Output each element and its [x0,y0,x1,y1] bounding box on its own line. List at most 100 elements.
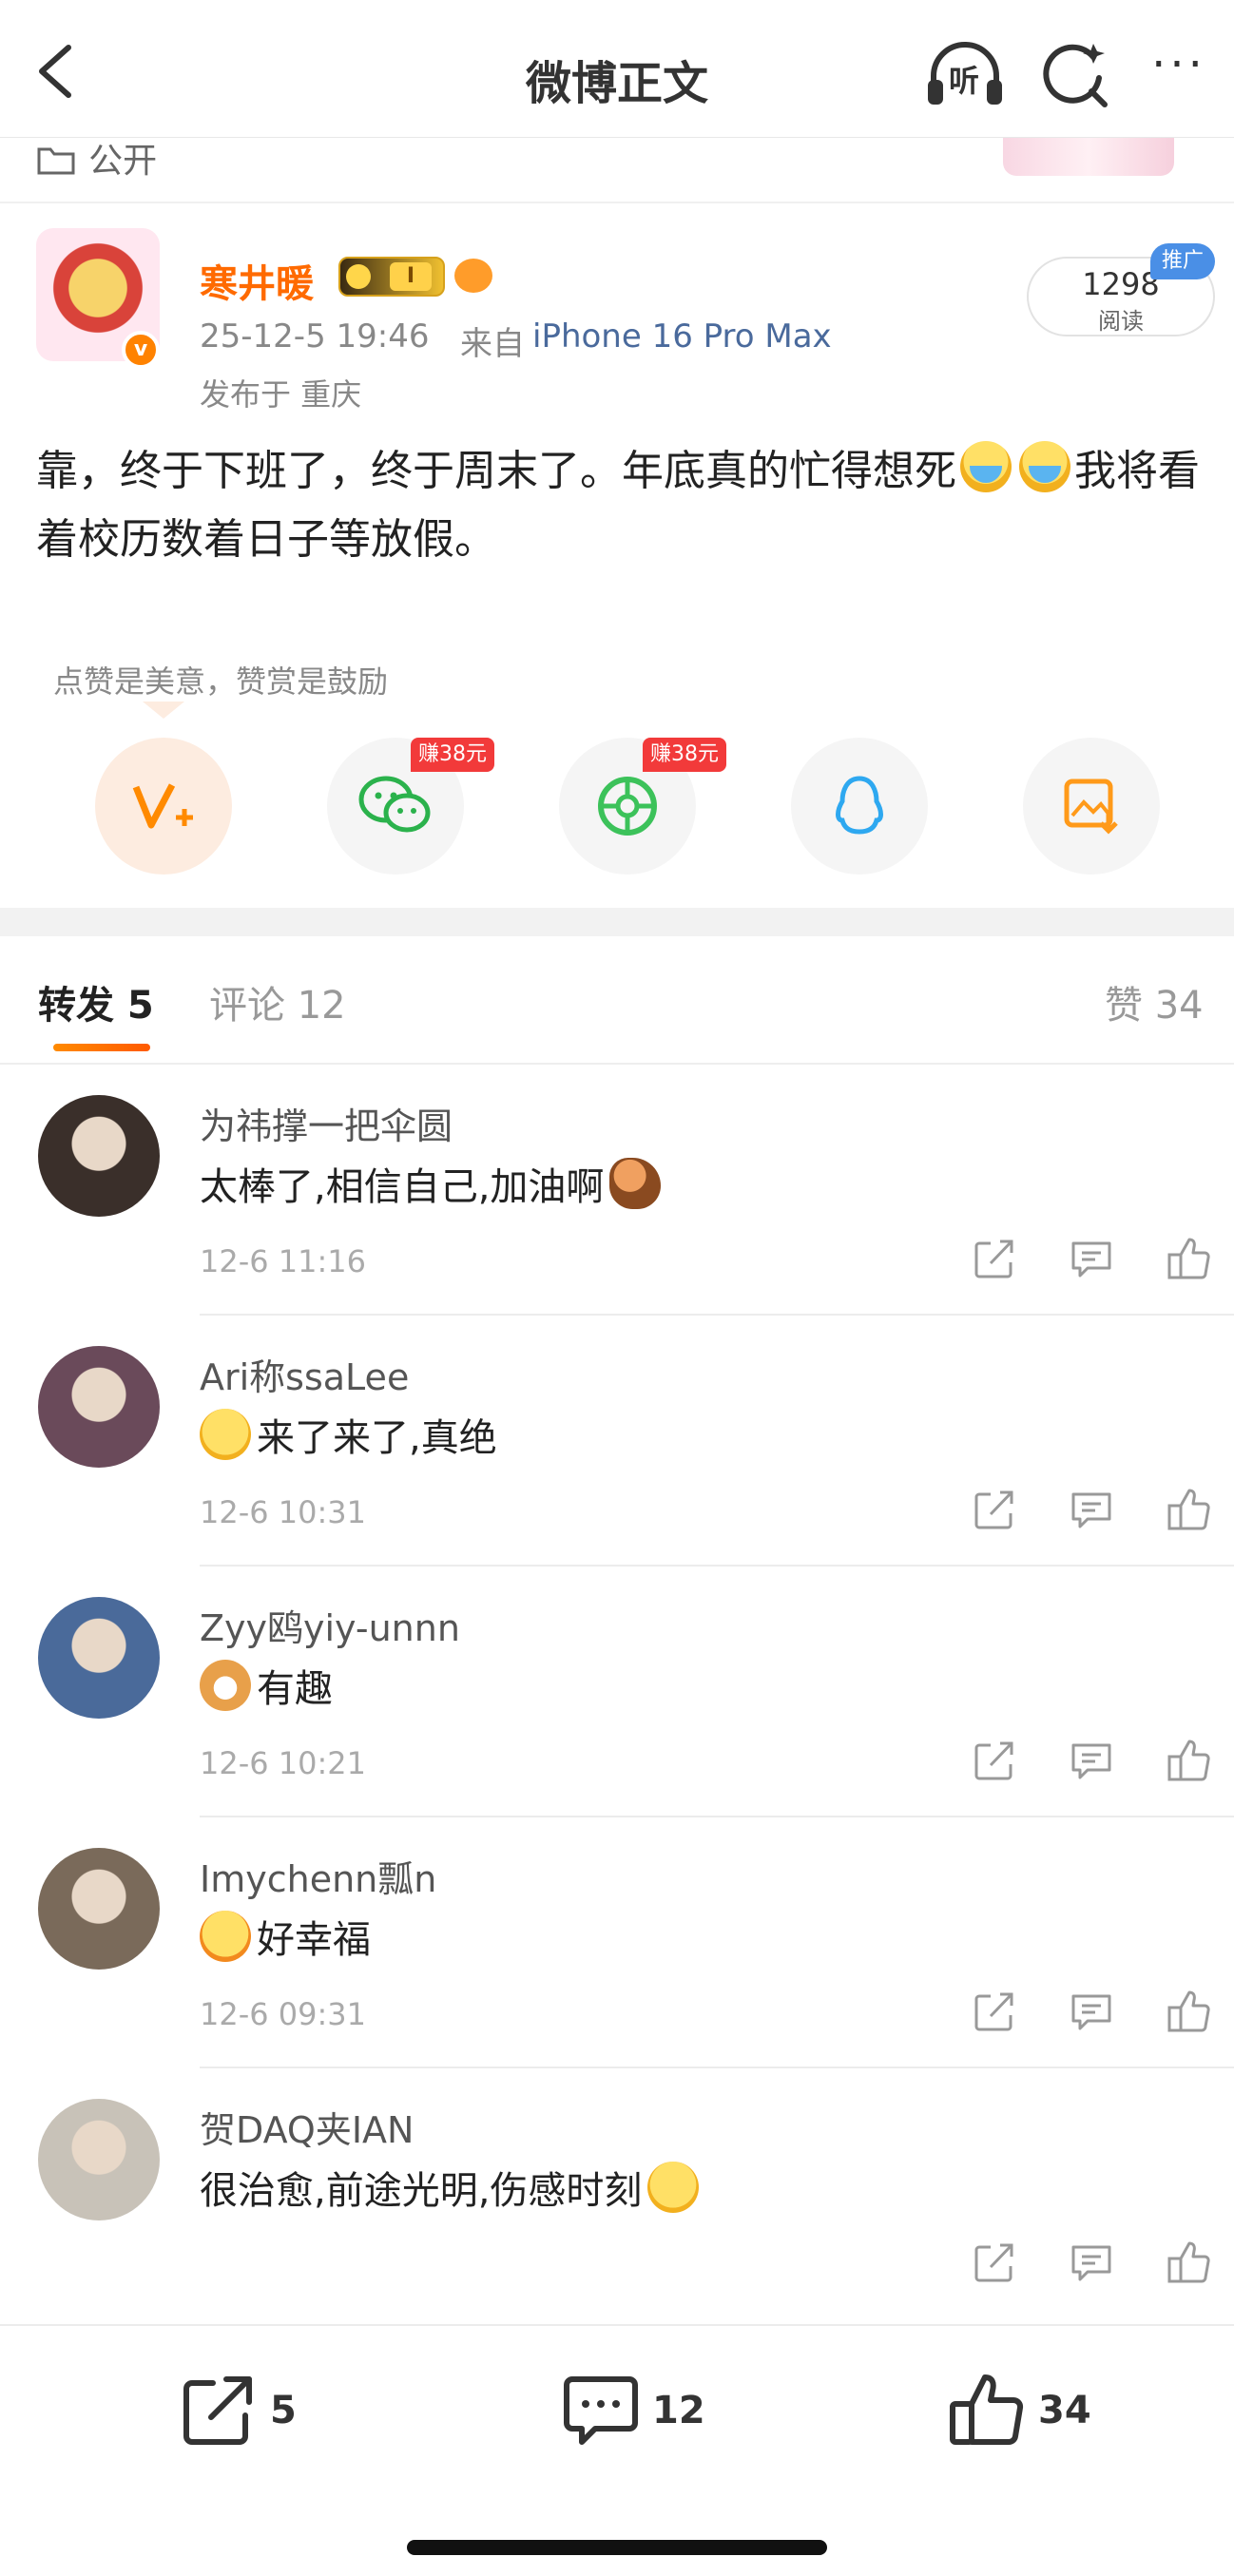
share-icon [974,1240,1013,1278]
comment-action-button[interactable] [1069,2240,1114,2285]
visibility-row: 公开 [36,133,157,181]
commenter-name[interactable]: Ari称ssaLee [200,1348,409,1400]
more-options-button[interactable]: ··· [1141,42,1217,103]
like-action-button[interactable] [1166,1487,1211,1532]
comment-text: 有趣 [257,1667,333,1711]
comment-action-button[interactable] [1069,1487,1114,1532]
tab-comment[interactable]: 评论 12 [209,974,346,1029]
share-icon [183,2376,252,2445]
vip-level: I [390,262,432,291]
decoration-thumbnail [1003,138,1174,176]
commenter-name[interactable]: 贺DAQ夹IAN [200,2101,414,2153]
comment-button[interactable]: 12 [561,2370,705,2450]
like-icon [1167,2241,1210,2283]
comment-time: 12-6 09:31 [200,1996,367,2032]
top-navigation-bar: 微博正文 听 ··· [0,0,1234,138]
like-icon [1167,1990,1210,2032]
like-icon [1167,1238,1210,1279]
share-icon [974,1490,1013,1529]
save-image-icon [1064,779,1118,835]
comment-text-line: 好幸福 [200,1909,371,1964]
comment-text: 好幸福 [257,1918,371,1962]
comment-text: 太棒了,相信自己,加油啊 [200,1165,605,1209]
folder-icon [37,147,75,175]
section-divider [0,908,1234,936]
comment-icon [1071,1743,1111,1779]
like-action-button[interactable] [1166,1236,1211,1281]
comment-time: 12-6 11:16 [200,1243,367,1279]
share-icon [974,2243,1013,2282]
promo-tag[interactable]: 推广 [1150,243,1215,279]
commenter-avatar[interactable] [38,1597,160,1719]
active-tab-indicator [53,1044,150,1051]
like-icon [950,2374,1024,2445]
listen-button[interactable]: 听 [922,36,1008,112]
dog-emoji-icon [200,1660,251,1711]
repost-action-button[interactable] [972,1738,1017,1783]
post-body: 靠，终于下班了，终于周末了。年底真的忙得想死 我将看着校历数着日子等放假。 [36,437,1205,574]
comment-action-button[interactable] [1069,1236,1114,1281]
comment-action-button[interactable] [1069,1738,1114,1783]
post-source[interactable]: iPhone 16 Pro Max [532,317,832,356]
comment-text-line: 很治愈,前途光明,伤感时刻 [200,2160,704,2215]
commenter-name[interactable]: 为祎撑一把伞圆 [200,1097,453,1149]
crying-emoji-icon [1019,441,1070,492]
repost-button[interactable]: 5 [179,2370,297,2450]
hug-emoji-icon [647,2162,700,2213]
repost-action-button[interactable] [972,1487,1017,1532]
post-location: 发布于 重庆 [200,376,362,413]
comment-text-line: 来了来了,真绝 [200,1407,497,1462]
like-count: 34 [1038,2389,1091,2432]
smile-emoji-icon [200,1409,251,1460]
repost-item[interactable]: Imychenn瓢n 好幸福 12-6 09:31 [0,1817,1234,2068]
commenter-avatar[interactable] [38,2099,160,2220]
commenter-avatar[interactable] [38,1848,160,1970]
save-image-button[interactable] [1023,738,1160,875]
reward-v-plus-icon [132,783,193,829]
like-action-button[interactable] [1166,1738,1211,1783]
repost-action-button[interactable] [972,1236,1017,1281]
listen-label: 听 [949,63,980,99]
more-icon: ··· [1151,38,1206,91]
commenter-avatar[interactable] [38,1095,160,1217]
comment-action-button[interactable] [1069,1989,1114,2034]
qq-icon [836,776,883,835]
source-prefix: 来自 [460,325,525,363]
reward-button[interactable] [95,738,232,875]
repost-item[interactable]: Ari称ssaLee 来了来了,真绝 12-6 10:31 [0,1316,1234,1567]
repost-action-button[interactable] [972,2240,1017,2285]
fish-badge-icon[interactable] [454,259,492,293]
like-action-button[interactable] [1166,1989,1211,2034]
comment-icon [1071,2245,1111,2281]
repost-item[interactable]: Zyy鸥yiy-unnn 有趣 12-6 10:21 [0,1567,1234,1817]
tab-repost[interactable]: 转发 5 [38,974,154,1029]
earn-tag-moments: 赚38元 [643,738,726,772]
wechat-icon [358,776,431,833]
comment-icon [1071,1492,1111,1528]
like-icon [1167,1740,1210,1781]
repost-item[interactable]: 为祎撑一把伞圆太棒了,相信自己,加油啊 12-6 11:16 [0,1065,1234,1316]
commenter-avatar[interactable] [38,1346,160,1468]
repost-action-button[interactable] [972,1989,1017,2034]
like-icon [1167,1489,1210,1530]
commenter-name[interactable]: Zyy鸥yiy-unnn [200,1599,460,1651]
like-button[interactable]: 34 [947,2370,1091,2450]
comment-text: 很治愈,前途光明,伤感时刻 [200,2169,643,2213]
earn-tag-wechat: 赚38元 [411,738,494,772]
commenter-name[interactable]: Imychenn瓢n [200,1850,436,1902]
visibility-label: 公开 [88,142,158,181]
comment-icon [1071,1241,1111,1278]
repost-count: 5 [270,2389,297,2432]
like-action-button[interactable] [1166,2240,1211,2285]
tip-caret [143,702,184,719]
repost-item[interactable]: 贺DAQ夹IAN 很治愈,前途光明,伤感时刻 [0,2068,1234,2319]
share-qq-button[interactable] [791,738,928,875]
comment-time: 12-6 10:31 [200,1494,367,1530]
refresh-icon [1043,44,1108,107]
comment-text-line: 太棒了,相信自己,加油啊 [200,1156,666,1211]
vip-badge[interactable]: I [338,257,445,297]
refresh-button[interactable] [1036,36,1112,112]
author-name[interactable]: 寒井暖 [200,253,314,308]
tab-like[interactable]: 赞 34 [1105,974,1204,1029]
post-time: 25-12-5 19:46 [200,317,430,356]
